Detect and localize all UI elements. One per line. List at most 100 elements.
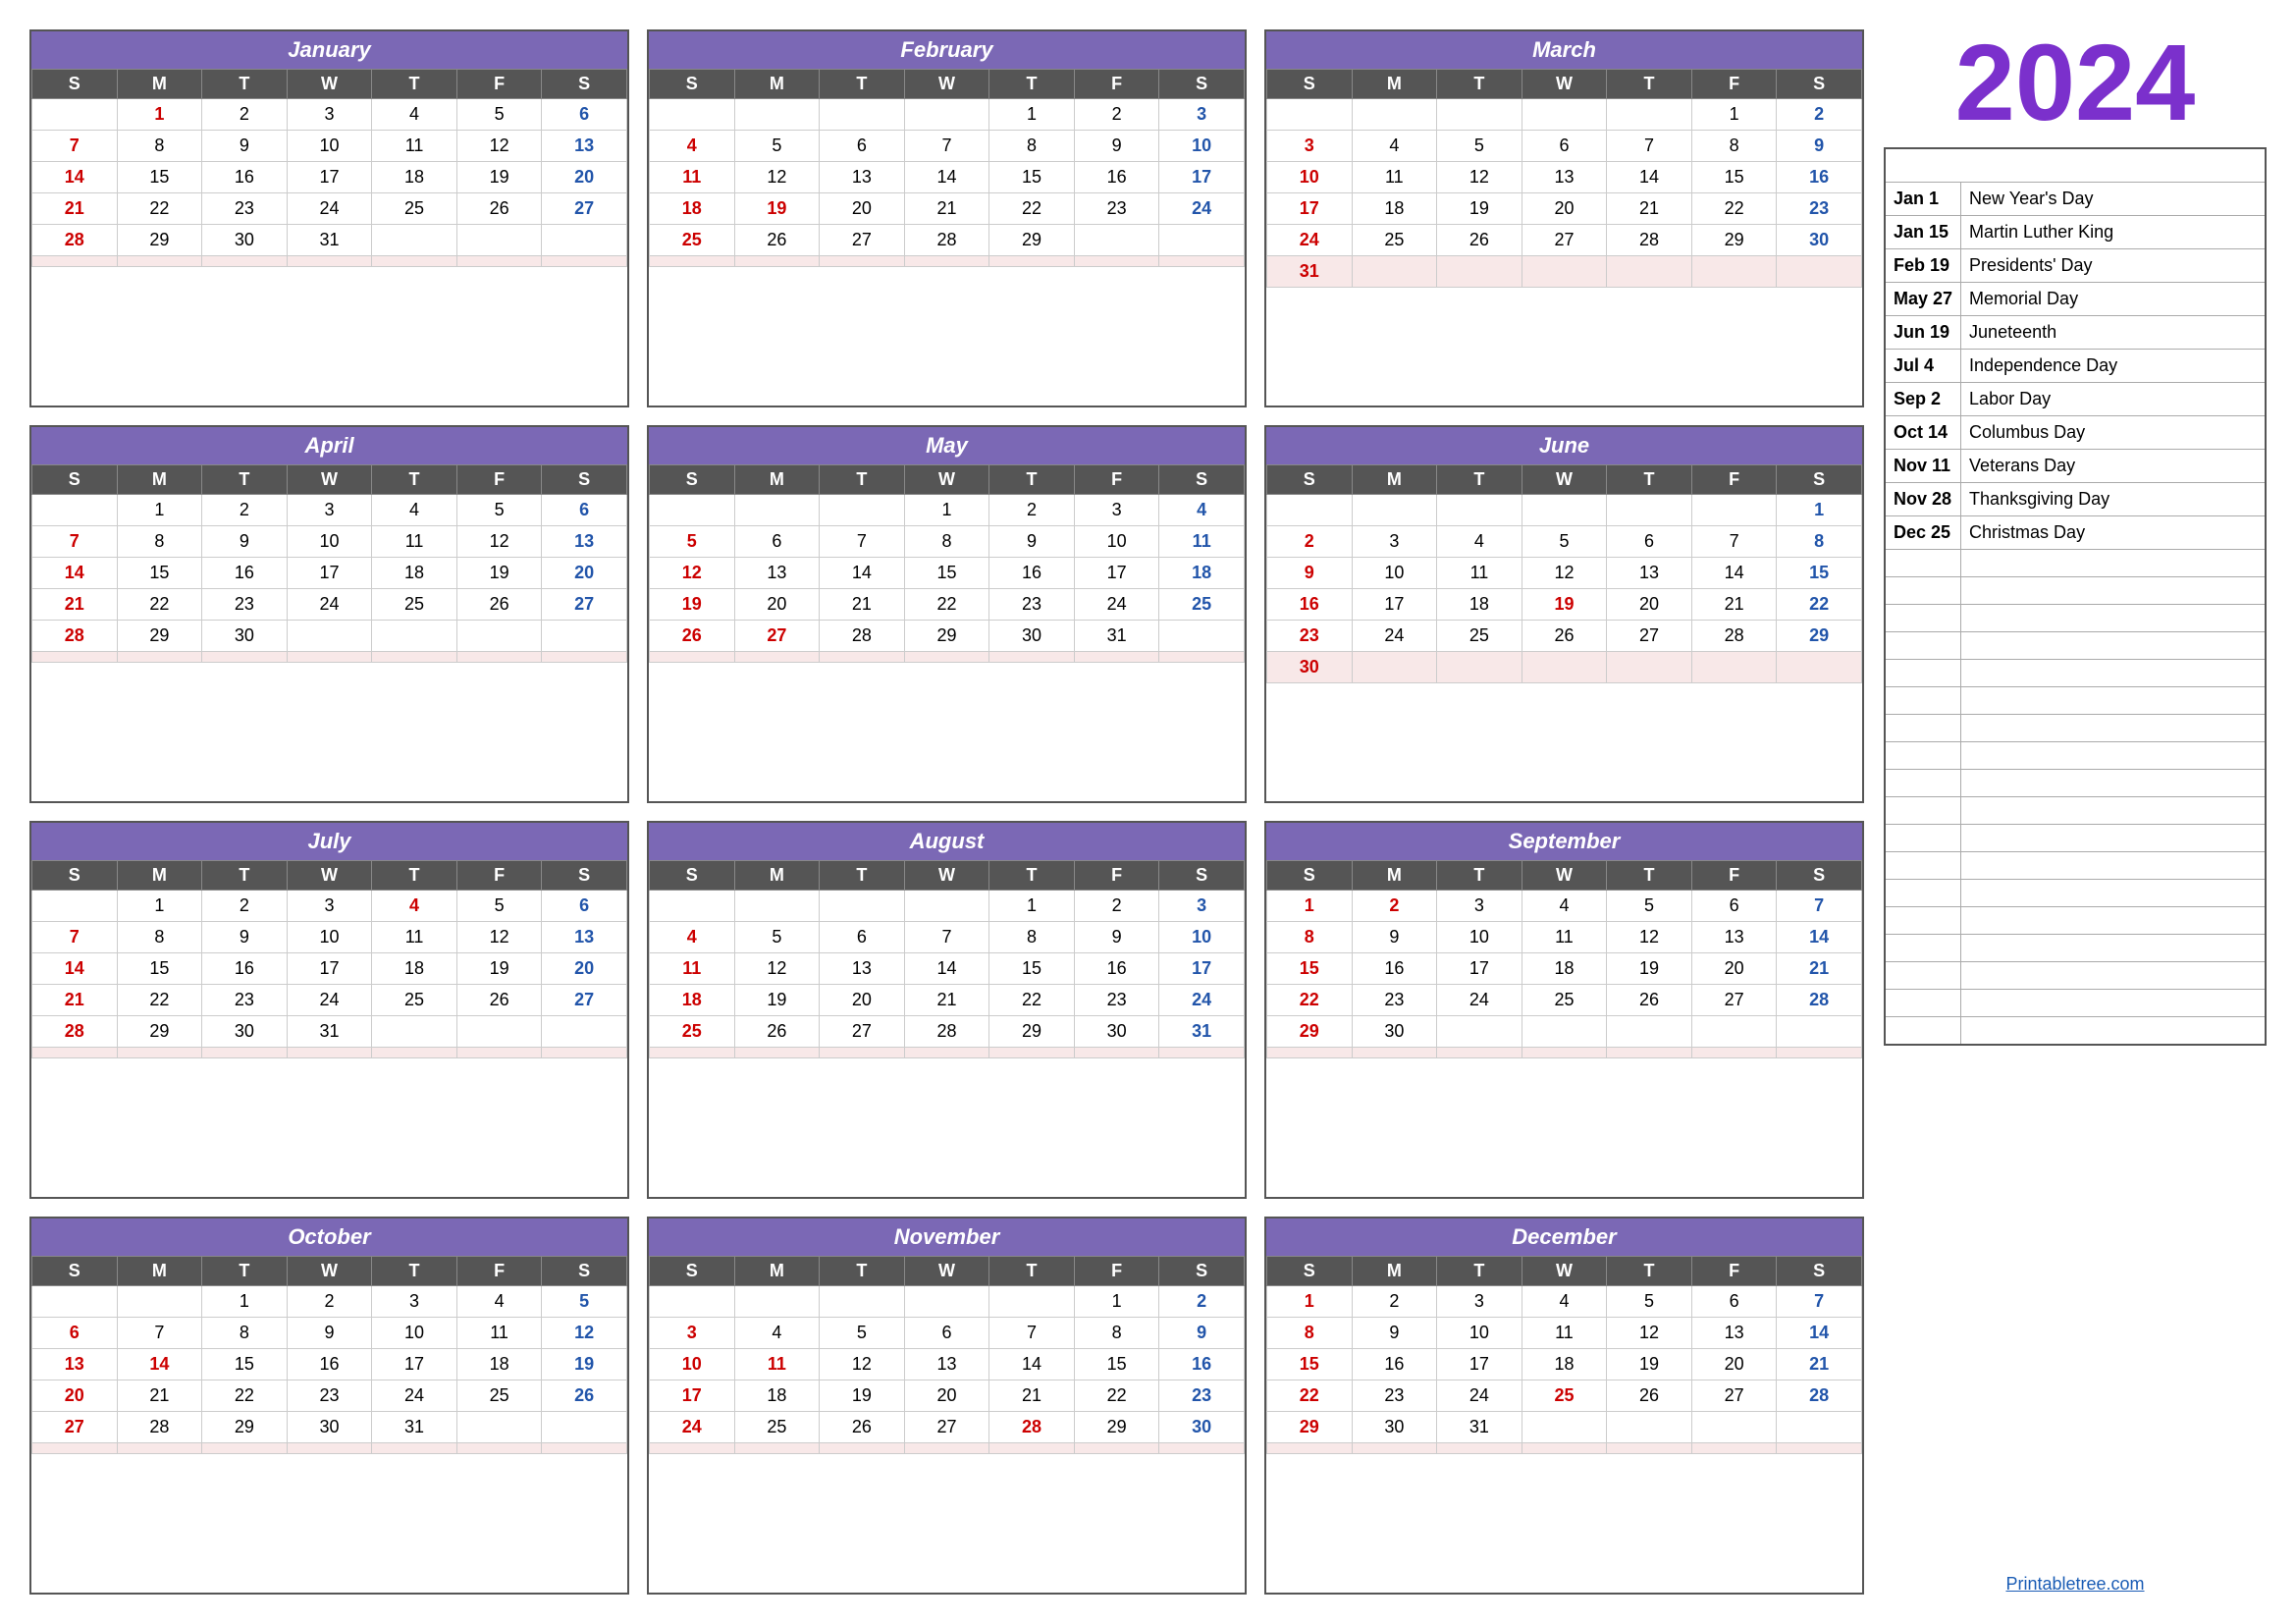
calendar-day: 23 — [1074, 193, 1159, 225]
calendar-day: 19 — [820, 1380, 905, 1412]
holiday-date: Jan 1 — [1885, 183, 1961, 216]
calendar-day: 1 — [989, 891, 1075, 922]
calendar-day: 3 — [287, 495, 372, 526]
calendar-day: 2 — [1074, 891, 1159, 922]
empty-row — [1961, 1017, 2266, 1045]
calendar-day: 2 — [1267, 526, 1353, 558]
holiday-date: Jan 15 — [1885, 216, 1961, 249]
day-header: M — [734, 861, 820, 891]
calendar-day: 13 — [820, 162, 905, 193]
calendar-day — [650, 652, 735, 663]
calendar-day: 20 — [1691, 953, 1777, 985]
calendar-day: 12 — [734, 953, 820, 985]
calendar-day: 14 — [1607, 162, 1692, 193]
calendar-day: 17 — [1437, 1349, 1522, 1380]
calendar-day — [1522, 99, 1607, 131]
calendar-day: 26 — [1522, 621, 1607, 652]
calendar-day — [372, 1443, 457, 1454]
calendar-day — [1267, 99, 1353, 131]
month-header: November — [649, 1218, 1245, 1256]
calendar-day: 19 — [456, 953, 542, 985]
calendar-day: 30 — [202, 1016, 288, 1048]
month-header: July — [31, 823, 627, 860]
calendar-table: SMTWTFS123456789101112131415161718192021… — [649, 464, 1245, 663]
calendar-day: 7 — [1607, 131, 1692, 162]
calendar-day: 5 — [456, 891, 542, 922]
calendar-day — [117, 256, 202, 267]
calendars-grid: JanuarySMTWTFS12345678910111213141516171… — [29, 29, 1864, 1595]
calendar-day — [542, 652, 627, 663]
calendar-day: 3 — [287, 99, 372, 131]
month-calendar-september: SeptemberSMTWTFS123456789101112131415161… — [1264, 821, 1864, 1199]
calendar-day: 24 — [1267, 225, 1353, 256]
calendar-day: 23 — [989, 589, 1075, 621]
calendar-day: 7 — [117, 1318, 202, 1349]
calendar-day — [372, 1016, 457, 1048]
calendar-day — [117, 1048, 202, 1058]
calendar-day: 14 — [32, 162, 118, 193]
calendar-day: 27 — [32, 1412, 118, 1443]
day-header: M — [1352, 861, 1437, 891]
calendar-day — [904, 256, 989, 267]
calendar-day: 2 — [1352, 891, 1437, 922]
calendar-day — [1691, 1016, 1777, 1048]
calendar-day: 25 — [372, 589, 457, 621]
calendar-day: 18 — [1159, 558, 1245, 589]
calendar-day — [32, 99, 118, 131]
empty-row — [1961, 577, 2266, 605]
calendar-day: 1 — [117, 99, 202, 131]
calendar-day: 9 — [287, 1318, 372, 1349]
calendar-day — [456, 256, 542, 267]
calendar-day: 13 — [32, 1349, 118, 1380]
calendar-day: 30 — [202, 225, 288, 256]
calendar-day — [456, 1048, 542, 1058]
empty-row — [1885, 660, 1961, 687]
calendar-day: 23 — [202, 193, 288, 225]
calendar-day — [542, 225, 627, 256]
calendar-day — [1777, 1016, 1862, 1048]
footer-link[interactable]: Printabletree.com — [1884, 1564, 2267, 1595]
calendar-day: 2 — [1777, 99, 1862, 131]
calendar-day: 17 — [1437, 953, 1522, 985]
day-header: T — [372, 861, 457, 891]
calendar-day: 15 — [989, 953, 1075, 985]
holiday-date: Sep 2 — [1885, 383, 1961, 416]
day-header: S — [1267, 70, 1353, 99]
empty-row — [1885, 550, 1961, 577]
calendar-day — [1437, 1016, 1522, 1048]
calendar-day: 28 — [904, 225, 989, 256]
calendar-day: 25 — [1522, 985, 1607, 1016]
calendar-day — [32, 495, 118, 526]
holiday-name: Juneteenth — [1961, 316, 2266, 350]
day-header: M — [1352, 1257, 1437, 1286]
month-calendar-april: AprilSMTWTFS1234567891011121314151617181… — [29, 425, 629, 803]
calendar-day: 22 — [117, 193, 202, 225]
calendar-day: 21 — [1777, 953, 1862, 985]
calendar-day — [1437, 1443, 1522, 1454]
calendar-day: 8 — [1777, 526, 1862, 558]
day-header: T — [202, 861, 288, 891]
calendar-day — [1352, 256, 1437, 288]
calendar-day: 2 — [1074, 99, 1159, 131]
calendar-day: 13 — [1691, 922, 1777, 953]
calendar-day — [1074, 256, 1159, 267]
holiday-date: Dec 25 — [1885, 516, 1961, 550]
calendar-day: 21 — [32, 985, 118, 1016]
calendar-day: 29 — [989, 1016, 1075, 1048]
calendar-day — [1777, 1048, 1862, 1058]
calendar-day — [1267, 1048, 1353, 1058]
calendar-day — [1522, 1016, 1607, 1048]
calendar-day — [1159, 652, 1245, 663]
calendar-day: 22 — [117, 985, 202, 1016]
holiday-name: Columbus Day — [1961, 416, 2266, 450]
calendar-table: SMTWTFS123456789101112131415161718192021… — [649, 69, 1245, 267]
calendar-day — [904, 891, 989, 922]
calendar-day: 23 — [202, 589, 288, 621]
day-header: T — [820, 861, 905, 891]
calendar-table: SMTWTFS123456789101112131415161718192021… — [31, 1256, 627, 1454]
calendar-day: 10 — [650, 1349, 735, 1380]
month-calendar-october: OctoberSMTWTFS12345678910111213141516171… — [29, 1217, 629, 1595]
calendar-day: 13 — [542, 131, 627, 162]
calendar-day: 8 — [989, 922, 1075, 953]
day-header: S — [1159, 70, 1245, 99]
